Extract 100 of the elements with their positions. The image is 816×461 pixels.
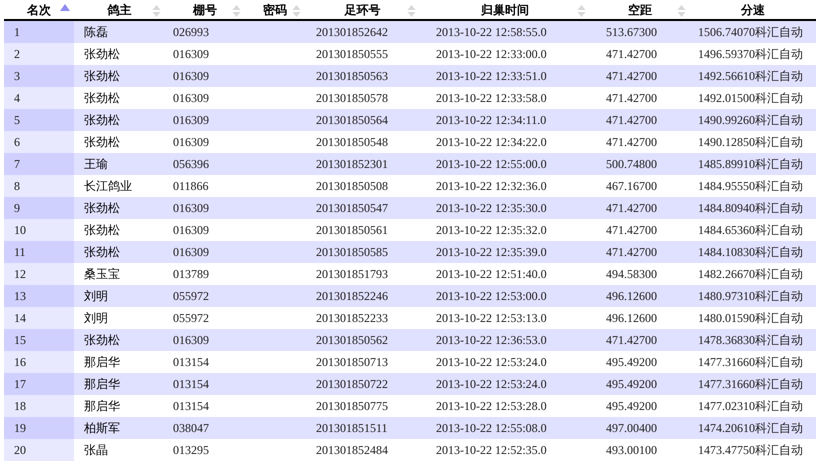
table-cell-text: 495.49200 [606,398,657,415]
table-cell-text: 496.12600 [606,310,657,327]
table-cell-text: 17 [14,376,26,393]
table-cell-text: 201301852642 [316,24,388,41]
table-cell-text: 1485.89910科汇自动 [698,156,803,173]
table-cell-text: 016309 [173,68,209,85]
table-cell-text: 15 [14,332,26,349]
column-header[interactable]: 分速 [741,0,765,18]
table-cell-text: 496.12600 [606,288,657,305]
table-cell-text: 张劲松 [84,200,120,217]
table-cell-text: 陈磊 [84,24,108,41]
table-cell-text: 13 [14,288,26,305]
table-cell-text: 2013-10-22 12:53:24.0 [436,376,547,393]
table-cell-text: 471.42700 [606,46,657,63]
table-cell-text: 016309 [173,244,209,261]
table-cell-text: 1506.74070科汇自动 [698,24,803,41]
table-cell-text: 张晶 [84,442,108,459]
column-header[interactable]: 棚号 [193,0,217,18]
table-cell-text: 471.42700 [606,222,657,239]
table-cell-text: 016309 [173,332,209,349]
table-cell-text: 201301850564 [316,112,388,129]
table-cell-text: 016309 [173,112,209,129]
table-cell-text: 2013-10-22 12:53:28.0 [436,398,547,415]
table-cell-text: 1490.99260科汇自动 [698,112,803,129]
table-cell-text: 11 [14,244,26,261]
sort-icon[interactable] [292,4,301,18]
table-cell-text: 7 [14,156,20,173]
table-cell-text: 8 [14,178,20,195]
table-cell-text: 2013-10-22 12:55:00.0 [436,156,547,173]
table-cell-text: 1474.20610科汇自动 [698,420,803,437]
table-cell-text: 19 [14,420,26,437]
table-cell-text: 那启华 [84,398,120,415]
table-cell-text: 2013-10-22 12:33:58.0 [436,90,547,107]
table-cell-text: 2013-10-22 12:32:36.0 [436,178,547,195]
table-cell-text: 1484.10830科汇自动 [698,244,803,261]
table-cell-text: 513.67300 [606,24,657,41]
table-cell-text: 201301850775 [316,398,388,415]
table-cell-text: 张劲松 [84,222,120,239]
table-cell-text: 500.74800 [606,156,657,173]
table-cell-text: 柏斯军 [84,420,120,437]
table-cell-text: 张劲松 [84,90,120,107]
table-cell-text: 张劲松 [84,68,120,85]
table-cell-text: 2013-10-22 12:58:55.0 [436,24,547,41]
sort-icon[interactable] [677,4,686,18]
table-cell-text: 2013-10-22 12:53:13.0 [436,310,547,327]
table-cell-text: 1477.02310科汇自动 [698,398,803,415]
column-header[interactable]: 名次 [27,0,51,18]
table-cell-text: 1484.95550科汇自动 [698,178,803,195]
table-cell-text: 20 [14,442,26,459]
table-cell-text: 201301850713 [316,354,388,371]
column-header[interactable]: 归巢时间 [481,0,529,18]
sort-icon[interactable] [407,4,416,18]
table-cell-text: 016309 [173,134,209,151]
table-cell-text: 201301851511 [316,420,388,437]
table-cell-text: 471.42700 [606,244,657,261]
table-cell-text: 201301850547 [316,200,388,217]
column-header[interactable]: 空距 [628,0,652,18]
table-cell-text: 14 [14,310,26,327]
sort-ascending-icon[interactable] [60,4,70,11]
table-cell-text: 10 [14,222,26,239]
table-cell-text: 9 [14,200,20,217]
table-cell-text: 056396 [173,156,209,173]
sort-icon[interactable] [577,4,586,18]
table-cell-text: 5 [14,112,20,129]
column-header[interactable]: 足环号 [344,0,380,18]
table-cell-text: 1482.26670科汇自动 [698,266,803,283]
table-cell-text: 1480.97310科汇自动 [698,288,803,305]
table-cell-text: 471.42700 [606,134,657,151]
column-header[interactable]: 鸽主 [108,0,132,18]
table-cell-text: 495.49200 [606,354,657,371]
table-cell-text: 刘明 [84,310,108,327]
table-cell-text: 471.42700 [606,200,657,217]
table-cell-text: 013295 [173,442,209,459]
table-cell-text: 467.16700 [606,178,657,195]
table-cell-text: 201301850722 [316,376,388,393]
table-cell-text: 1492.01500科汇自动 [698,90,803,107]
table-cell-text: 013789 [173,266,209,283]
table-cell-text: 2013-10-22 12:53:24.0 [436,354,547,371]
column-header[interactable]: 密码 [263,0,287,18]
table-cell-text: 1473.47750科汇自动 [698,442,803,459]
sort-icon[interactable] [232,4,241,18]
table-cell-text: 201301850585 [316,244,388,261]
table-cell-text: 张劲松 [84,244,120,261]
table-cell-text: 2013-10-22 12:34:11.0 [436,112,546,129]
table-cell-text: 长江鸽业 [84,178,132,195]
table-cell-text: 201301850548 [316,134,388,151]
sort-icon[interactable] [152,4,161,18]
table-cell-text: 2013-10-22 12:33:00.0 [436,46,547,63]
table-cell-text: 张劲松 [84,46,120,63]
table-cell-text: 1480.01590科汇自动 [698,310,803,327]
table-cell-text: 2013-10-22 12:35:32.0 [436,222,547,239]
table-cell-text: 016309 [173,46,209,63]
table-cell-text: 2013-10-22 12:35:39.0 [436,244,547,261]
table-cell-text: 1492.56610科汇自动 [698,68,803,85]
table-cell-text: 16 [14,354,26,371]
table-cell-text: 那启华 [84,354,120,371]
table-cell-text: 1478.36830科汇自动 [698,332,803,349]
table-cell-text: 493.00100 [606,442,657,459]
table-cell-text: 桑玉宝 [84,266,120,283]
table-cell-text: 张劲松 [84,134,120,151]
